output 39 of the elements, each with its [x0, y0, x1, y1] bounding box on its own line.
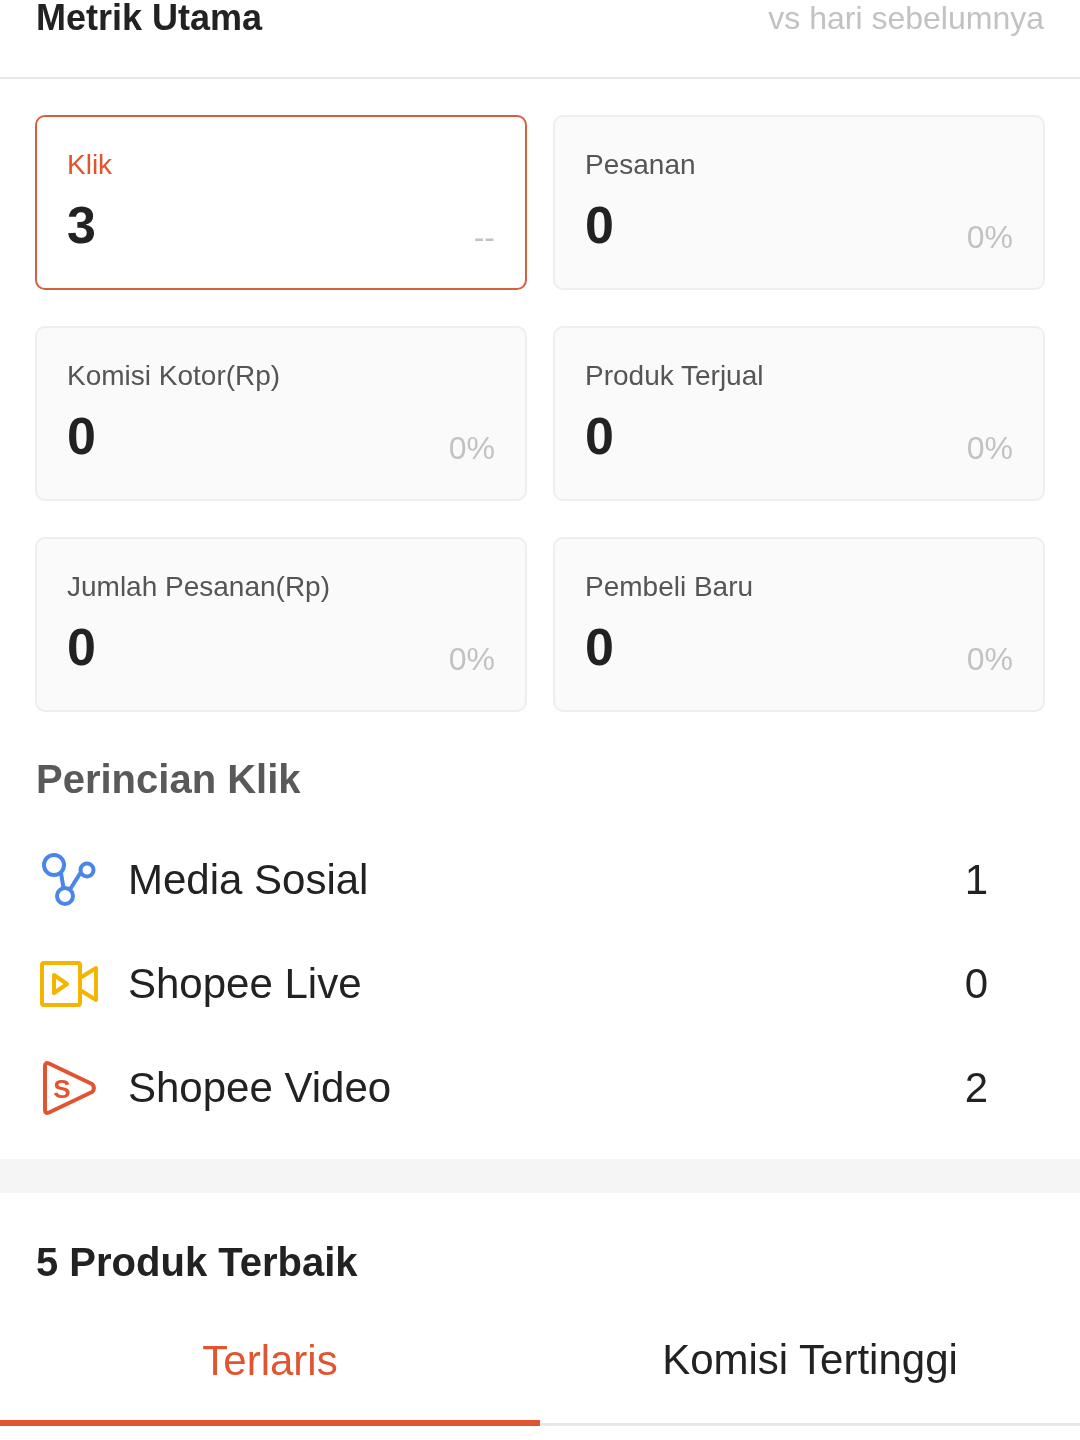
metric-value: 0	[585, 619, 614, 675]
metric-card[interactable]: Pembeli Baru 0 0%	[553, 537, 1045, 712]
metric-label: Jumlah Pesanan(Rp)	[67, 570, 332, 604]
source-label: Shopee Live	[128, 959, 362, 1009]
metric-label: Pembeli Baru	[585, 570, 755, 604]
metric-value: 3	[67, 197, 96, 253]
section-title: Metrik Utama	[36, 0, 263, 36]
metric-change: 0%	[448, 429, 495, 468]
products-title: 5 Produk Terbaik	[36, 1240, 358, 1284]
breakdown-title: Perincian Klik	[36, 757, 301, 801]
metric-label: Klik	[67, 148, 114, 182]
tab[interactable]: Terlaris	[0, 1286, 540, 1426]
metric-label: Produk Terjual	[585, 359, 765, 393]
metric-change: 0%	[966, 429, 1013, 468]
source-count: 1	[964, 855, 988, 905]
metric-value: 0	[67, 408, 96, 464]
source-count: 0	[964, 959, 988, 1009]
metric-change: --	[473, 218, 495, 257]
play-logo-icon: S	[41, 1060, 97, 1116]
metric-card[interactable]: Jumlah Pesanan(Rp) 0 0%	[35, 537, 527, 712]
comparison-note: vs hari sebelumnya	[768, 0, 1044, 36]
metric-card[interactable]: Komisi Kotor(Rp) 0 0%	[35, 326, 527, 501]
metric-label: Pesanan	[585, 148, 697, 182]
tab[interactable]: Komisi Tertinggi	[540, 1286, 1080, 1426]
network-nodes-icon	[41, 852, 97, 908]
metric-value: 0	[585, 408, 614, 464]
metric-change: 0%	[966, 640, 1013, 679]
metric-change: 0%	[448, 640, 495, 679]
metric-change: 0%	[966, 218, 1013, 257]
video-camera-icon	[40, 961, 98, 1007]
source-label: Media Sosial	[128, 855, 369, 905]
metric-value: 0	[67, 619, 96, 675]
metric-card[interactable]: Pesanan 0 0%	[553, 115, 1045, 290]
source-count: 2	[964, 1063, 988, 1113]
metric-label: Komisi Kotor(Rp)	[67, 359, 282, 393]
metric-value: 0	[585, 197, 614, 253]
metric-card[interactable]: Klik 3 --	[35, 115, 527, 290]
source-label: Shopee Video	[128, 1063, 392, 1113]
metric-card[interactable]: Produk Terjual 0 0%	[553, 326, 1045, 501]
